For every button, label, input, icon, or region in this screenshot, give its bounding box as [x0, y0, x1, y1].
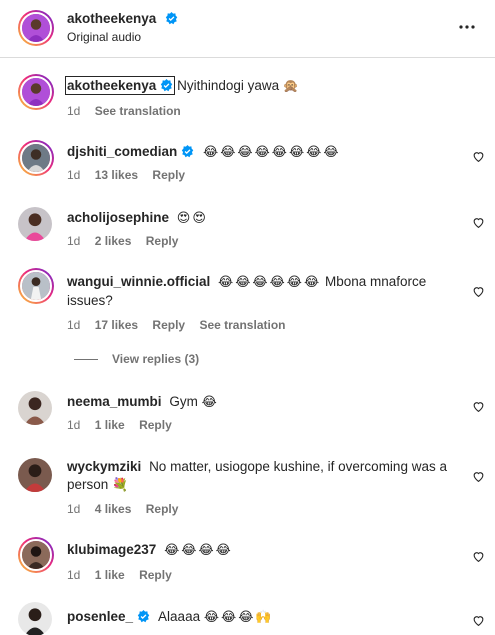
comment-meta: 1d 4 likes Reply	[67, 502, 189, 516]
comment-meta: 1d 1 like Reply	[67, 568, 183, 582]
comment-text: neema_mumbi Gym 😂	[67, 393, 467, 412]
comment-emoji: 😂😂😂🙌	[203, 610, 274, 625]
comment-time: 1d	[67, 318, 81, 332]
audio-subtitle[interactable]: Original audio	[67, 30, 141, 44]
verified-badge-icon	[165, 12, 178, 25]
comment-text: djshiti_comedian 😂😂😂😂😂😂😂😂	[67, 143, 467, 162]
comment-avatar[interactable]	[18, 207, 52, 241]
heart-icon[interactable]	[472, 550, 485, 563]
comment-emoji: 😂😂😂😂😂😂	[218, 275, 322, 290]
comment-avatar[interactable]	[18, 268, 54, 304]
comment-meta: 1d 2 likes Reply	[67, 234, 189, 248]
comment-emoji: 💐	[112, 478, 131, 493]
comment-emoji: 😂	[201, 395, 219, 410]
heart-icon[interactable]	[472, 150, 485, 163]
comment-likes[interactable]: 1 like	[95, 418, 125, 432]
reply-button[interactable]: Reply	[146, 234, 179, 248]
comment-username[interactable]: neema_mumbi	[67, 394, 162, 409]
comment-text: posenlee_ Alaaaa 😂😂😂🙌	[67, 608, 467, 627]
comment-meta: 1d See translation	[67, 104, 192, 118]
replies-divider	[74, 359, 98, 361]
comment-meta: 1d 17 likes Reply See translation	[67, 318, 296, 332]
comment-text: acholijosephine 😍😍	[67, 209, 467, 228]
comment-body: Alaaaa	[158, 609, 201, 624]
comment-time: 1d	[67, 234, 81, 248]
verified-badge-icon	[182, 145, 194, 158]
comment-username[interactable]: posenlee_	[67, 609, 133, 624]
see-translation-button[interactable]: See translation	[199, 318, 285, 332]
reply-button[interactable]: Reply	[152, 168, 185, 182]
comment-text: wyckymziki No matter, usiogope kushine, …	[67, 458, 467, 495]
comment-body: Gym	[169, 394, 198, 409]
heart-icon[interactable]	[472, 400, 485, 413]
comment-text: wangui_winnie.official 😂😂😂😂😂😂 Mbona mnaf…	[67, 273, 467, 310]
heart-icon[interactable]	[472, 614, 485, 627]
comment-likes[interactable]: 17 likes	[95, 318, 138, 332]
comment-time: 1d	[67, 568, 81, 582]
heart-icon[interactable]	[472, 470, 485, 483]
comment-body: Nyithindogi yawa	[177, 78, 280, 93]
reply-button[interactable]: Reply	[139, 418, 172, 432]
comment-emoji: 😂😂😂😂😂😂😂😂	[203, 145, 341, 160]
comment-likes[interactable]: 2 likes	[95, 234, 132, 248]
comment-likes[interactable]: 13 likes	[95, 168, 138, 182]
comment-avatar[interactable]	[18, 391, 52, 425]
comment-time: 1d	[67, 502, 81, 516]
comment-avatar[interactable]	[18, 537, 54, 573]
comment-username[interactable]: wyckymziki	[67, 459, 141, 474]
comment-text: klubimage237 😂😂😂😂	[67, 541, 467, 560]
view-replies-button[interactable]: View replies (3)	[74, 352, 199, 366]
see-translation-button[interactable]: See translation	[95, 104, 181, 118]
post-header: akotheekenya Original audio	[0, 0, 495, 58]
comment-time: 1d	[67, 104, 81, 118]
comment-avatar[interactable]	[18, 458, 52, 492]
view-replies-label[interactable]: View replies (3)	[112, 352, 199, 366]
comment-text: akotheekenya Nyithindogi yawa 🙊	[64, 76, 467, 96]
comment-avatar[interactable]	[18, 140, 54, 176]
more-options-icon[interactable]	[457, 17, 477, 37]
comment-username[interactable]: acholijosephine	[67, 210, 169, 225]
comment-username[interactable]: akotheekenya	[67, 78, 156, 93]
heart-icon[interactable]	[472, 216, 485, 229]
verified-badge-icon	[137, 610, 150, 623]
reply-button[interactable]: Reply	[139, 568, 172, 582]
verified-badge-icon	[161, 79, 173, 92]
comment-meta: 1d 13 likes Reply	[67, 168, 196, 182]
comment-time: 1d	[67, 168, 81, 182]
comment-emoji: 😍😍	[176, 211, 208, 226]
reply-button[interactable]: Reply	[146, 502, 179, 516]
comment-avatar[interactable]	[18, 74, 54, 110]
comment-emoji: 😂😂😂😂	[164, 543, 233, 558]
comment-avatar[interactable]	[18, 602, 52, 635]
comment-username[interactable]: klubimage237	[67, 542, 156, 557]
comment-username[interactable]: djshiti_comedian	[67, 144, 177, 159]
reply-button[interactable]: Reply	[152, 318, 185, 332]
heart-icon[interactable]	[472, 285, 485, 298]
comment-meta: 1d 1 like Reply	[67, 418, 183, 432]
author-avatar[interactable]	[18, 10, 54, 46]
comment-time: 1d	[67, 418, 81, 432]
author-username[interactable]: akotheekenya	[67, 11, 156, 26]
comment-likes[interactable]: 4 likes	[95, 502, 132, 516]
comment-likes[interactable]: 1 like	[95, 568, 125, 582]
comment-username[interactable]: wangui_winnie.official	[67, 274, 210, 289]
comment-emoji: 🙊	[282, 79, 302, 94]
